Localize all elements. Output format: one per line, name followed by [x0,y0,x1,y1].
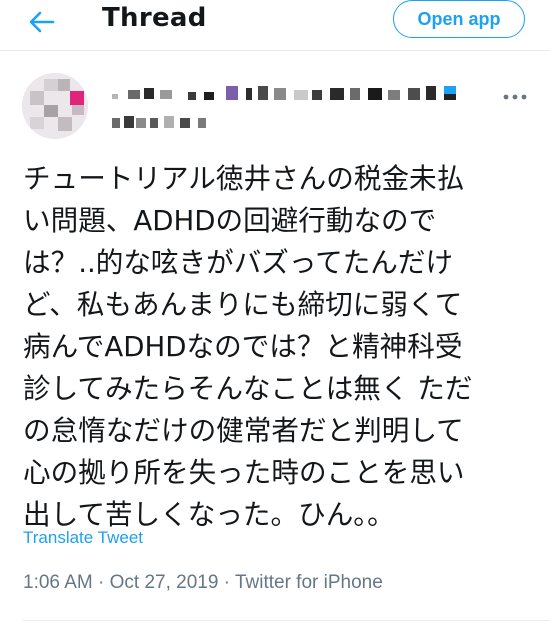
arrow-left-icon [29,11,55,33]
avatar-pixel [58,117,72,131]
more-horizontal-icon [503,94,527,100]
tweet-date[interactable]: Oct 27, 2019 [110,572,219,593]
redaction-pixel [112,118,120,128]
avatar[interactable] [22,73,88,139]
top-bar: Thread Open app [0,0,550,44]
more-options-button[interactable] [500,84,530,102]
avatar-pixel [58,79,70,91]
redaction-pixel [204,92,214,100]
redaction-pixel [408,88,420,100]
redaction-pixel [258,86,268,100]
redaction-pixel [294,90,308,100]
avatar-pixel [70,91,84,105]
redaction-pixel [444,86,456,94]
avatar-pixel [30,91,44,105]
redaction-pixel [246,88,252,100]
redaction-pixel [124,116,134,128]
tweet-source[interactable]: Twitter for iPhone [235,572,383,593]
tweet-time[interactable]: 1:06 AM [23,572,93,593]
tweet-text: チュートリアル徳井さんの税金未払 い問題、ADHDの回避行動なので は？..的な… [23,162,473,531]
open-app-button[interactable]: Open app [393,0,525,38]
redaction-pixel [426,86,436,100]
redaction-pixel [330,88,344,100]
redaction-pixel [112,94,118,99]
redaction-pixel [350,88,360,100]
redaction-pixel [188,92,196,100]
page-title: Thread [102,3,207,33]
redaction-pixel [388,90,400,100]
redaction-pixel [144,88,154,99]
redaction-pixel [444,94,456,100]
avatar-pixel [44,79,58,91]
header-divider [0,50,550,51]
redaction-pixel [150,118,158,128]
redaction-pixel [164,116,174,128]
redaction-pixel [312,90,322,100]
redaction-pixel [128,90,140,99]
avatar-pixel [72,105,84,115]
meta-divider [23,620,550,621]
tweet-meta: 1:06 AM · Oct 27, 2019 · Twitter for iPh… [23,572,383,594]
redaction-pixel [226,86,238,100]
avatar-pixel [44,105,58,117]
redaction-pixel [180,118,190,128]
avatar-pixel [30,117,44,129]
redaction-pixel [136,118,146,128]
back-button[interactable] [24,8,60,36]
redaction-pixel [274,88,286,100]
redaction-pixel [198,118,206,128]
meta-separator: · [218,572,235,593]
redaction-pixel [368,88,382,100]
redaction-pixel [160,90,172,99]
translate-tweet-link[interactable]: Translate Tweet [23,528,143,548]
meta-separator: · [92,572,110,593]
